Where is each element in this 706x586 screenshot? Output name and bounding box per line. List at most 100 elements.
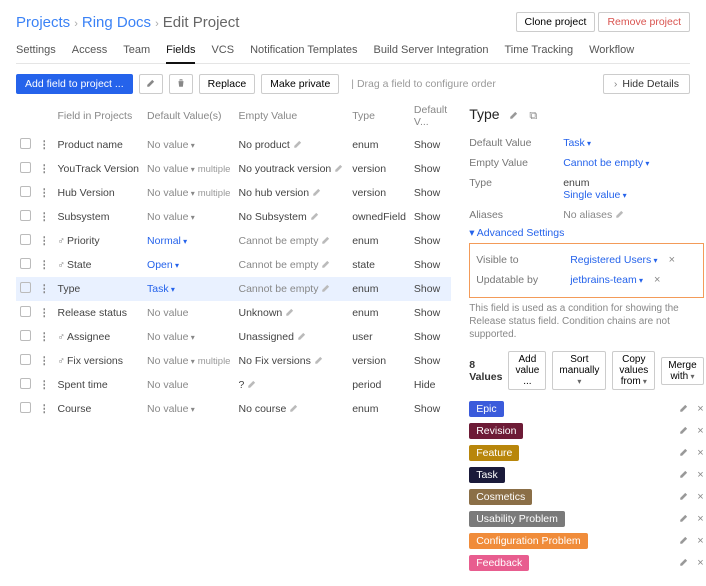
kv-type-mode[interactable]: Single value (563, 189, 626, 201)
table-row[interactable]: ⋮Product nameNo valueNo product enumShow (16, 133, 451, 157)
value-tag[interactable]: Task (469, 467, 505, 483)
table-row[interactable]: ⋮Hub VersionNo valuemultipleNo hub versi… (16, 181, 451, 205)
kv-empty-value[interactable]: Cannot be empty (563, 157, 649, 169)
drag-handle-icon[interactable]: ⋮ (39, 331, 50, 343)
row-checkbox[interactable] (20, 330, 31, 341)
panel-copy-icon[interactable]: ⧉ (529, 110, 537, 122)
value-edit-icon[interactable] (679, 491, 689, 503)
updatable-by-remove-icon[interactable]: × (654, 274, 660, 286)
panel-edit-icon[interactable] (509, 110, 519, 122)
add-value-button[interactable]: Add value ... (508, 351, 546, 390)
drag-handle-icon[interactable]: ⋮ (39, 379, 50, 391)
table-row[interactable]: ⋮♂StateOpenCannot be empty stateShow (16, 253, 451, 277)
replace-button[interactable]: Replace (199, 74, 256, 94)
default-value[interactable]: No valuemultiple (143, 349, 234, 373)
value-edit-icon[interactable] (679, 425, 689, 437)
drag-handle-icon[interactable]: ⋮ (39, 211, 50, 223)
value-remove-icon[interactable]: × (697, 535, 703, 547)
drag-handle-icon[interactable]: ⋮ (39, 307, 50, 319)
copy-values-button[interactable]: Copy values from (612, 351, 655, 390)
value-edit-icon[interactable] (679, 557, 689, 569)
tab-vcs[interactable]: VCS (211, 40, 234, 63)
table-row[interactable]: ⋮TypeTaskCannot be empty enumShow (16, 277, 451, 301)
drag-handle-icon[interactable]: ⋮ (39, 403, 50, 415)
default-value[interactable]: Normal (143, 229, 234, 253)
edit-icon-button[interactable] (139, 74, 163, 94)
default-value[interactable]: No value (143, 205, 234, 229)
value-remove-icon[interactable]: × (697, 469, 703, 481)
row-checkbox[interactable] (20, 186, 31, 197)
tab-build-server-integration[interactable]: Build Server Integration (374, 40, 489, 63)
visible-to-remove-icon[interactable]: × (669, 254, 675, 266)
breadcrumb-projects[interactable]: Projects (16, 14, 70, 31)
table-row[interactable]: ⋮♂AssigneeNo valueUnassigned userShow (16, 325, 451, 349)
drag-handle-icon[interactable]: ⋮ (39, 355, 50, 367)
value-edit-icon[interactable] (679, 535, 689, 547)
default-value[interactable]: No value (143, 397, 234, 421)
default-value[interactable]: No value (143, 325, 234, 349)
row-checkbox[interactable] (20, 162, 31, 173)
value-remove-icon[interactable]: × (697, 513, 703, 525)
default-value[interactable]: No valuemultiple (143, 157, 234, 181)
default-value[interactable]: Task (143, 277, 234, 301)
value-edit-icon[interactable] (679, 447, 689, 459)
row-checkbox[interactable] (20, 282, 31, 293)
value-remove-icon[interactable]: × (697, 447, 703, 459)
drag-handle-icon[interactable]: ⋮ (39, 139, 50, 151)
row-checkbox[interactable] (20, 402, 31, 413)
make-private-button[interactable]: Make private (261, 74, 339, 94)
advanced-settings-toggle[interactable]: ▾ Advanced Settings (469, 227, 703, 239)
table-row[interactable]: ⋮♂PriorityNormalCannot be empty enumShow (16, 229, 451, 253)
value-tag[interactable]: Usability Problem (469, 511, 565, 527)
tab-access[interactable]: Access (72, 40, 107, 63)
table-row[interactable]: ⋮YouTrack VersionNo valuemultipleNo yout… (16, 157, 451, 181)
tab-time-tracking[interactable]: Time Tracking (504, 40, 573, 63)
sort-button[interactable]: Sort manually (552, 351, 606, 390)
row-checkbox[interactable] (20, 258, 31, 269)
value-tag[interactable]: Feedback (469, 555, 529, 571)
table-row[interactable]: ⋮CourseNo valueNo course enumShow (16, 397, 451, 421)
drag-handle-icon[interactable]: ⋮ (39, 259, 50, 271)
row-checkbox[interactable] (20, 138, 31, 149)
updatable-by-value[interactable]: jetbrains-team (570, 274, 643, 286)
row-checkbox[interactable] (20, 234, 31, 245)
value-remove-icon[interactable]: × (697, 403, 703, 415)
drag-handle-icon[interactable]: ⋮ (39, 235, 50, 247)
row-checkbox[interactable] (20, 354, 31, 365)
breadcrumb-ring-docs[interactable]: Ring Docs (82, 14, 151, 31)
table-row[interactable]: ⋮♂Fix versionsNo valuemultipleNo Fix ver… (16, 349, 451, 373)
table-row[interactable]: ⋮SubsystemNo valueNo Subsystem ownedFiel… (16, 205, 451, 229)
value-remove-icon[interactable]: × (697, 491, 703, 503)
value-edit-icon[interactable] (679, 469, 689, 481)
table-row[interactable]: ⋮Release statusNo valueUnknown enumShow (16, 301, 451, 325)
hide-details-button[interactable]: Hide Details (603, 74, 690, 94)
merge-with-button[interactable]: Merge with (661, 357, 703, 385)
value-edit-icon[interactable] (679, 403, 689, 415)
default-value[interactable]: Open (143, 253, 234, 277)
tab-settings[interactable]: Settings (16, 40, 56, 63)
drag-handle-icon[interactable]: ⋮ (39, 187, 50, 199)
visible-to-value[interactable]: Registered Users (570, 254, 657, 266)
value-tag[interactable]: Revision (469, 423, 523, 439)
tab-workflow[interactable]: Workflow (589, 40, 634, 63)
tab-team[interactable]: Team (123, 40, 150, 63)
default-value[interactable]: No valuemultiple (143, 181, 234, 205)
clone-project-button[interactable]: Clone project (516, 12, 596, 32)
kv-default-value[interactable]: Task (563, 137, 591, 149)
value-remove-icon[interactable]: × (697, 557, 703, 569)
delete-icon-button[interactable] (169, 74, 193, 94)
remove-project-button[interactable]: Remove project (598, 12, 690, 32)
add-field-button[interactable]: Add field to project ... (16, 74, 133, 94)
drag-handle-icon[interactable]: ⋮ (39, 283, 50, 295)
tab-fields[interactable]: Fields (166, 40, 195, 64)
value-remove-icon[interactable]: × (697, 425, 703, 437)
value-tag[interactable]: Cosmetics (469, 489, 532, 505)
tab-notification-templates[interactable]: Notification Templates (250, 40, 357, 63)
drag-handle-icon[interactable]: ⋮ (39, 163, 50, 175)
row-checkbox[interactable] (20, 378, 31, 389)
table-row[interactable]: ⋮Spent timeNo value? periodHide (16, 373, 451, 397)
value-tag[interactable]: Configuration Problem (469, 533, 587, 549)
default-value[interactable]: No value (143, 133, 234, 157)
row-checkbox[interactable] (20, 306, 31, 317)
value-edit-icon[interactable] (679, 513, 689, 525)
